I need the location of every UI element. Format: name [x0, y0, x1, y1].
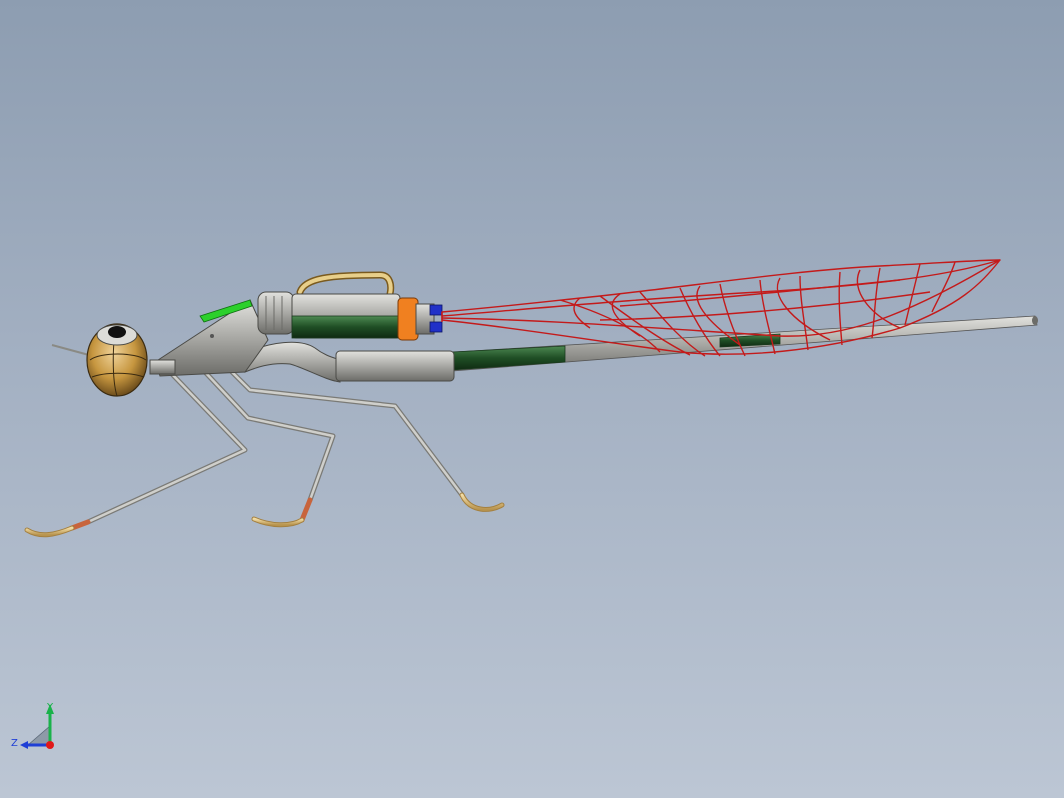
abdomen[interactable] [244, 341, 455, 383]
x-axis-icon [46, 741, 54, 749]
leg-front[interactable] [24, 369, 248, 538]
z-axis-label: Z [11, 738, 18, 749]
cad-viewport[interactable]: Y Z [0, 0, 1064, 798]
y-axis-label: Y [46, 702, 54, 713]
leg-rear[interactable] [229, 369, 505, 512]
thorax[interactable] [149, 299, 269, 377]
coordinate-triad[interactable]: Y Z [11, 702, 54, 749]
upper-body[interactable] [257, 271, 443, 341]
view-orientation-icon [26, 725, 51, 746]
head[interactable] [86, 323, 148, 397]
dragonfly-model[interactable]: Y Z [0, 0, 1064, 798]
